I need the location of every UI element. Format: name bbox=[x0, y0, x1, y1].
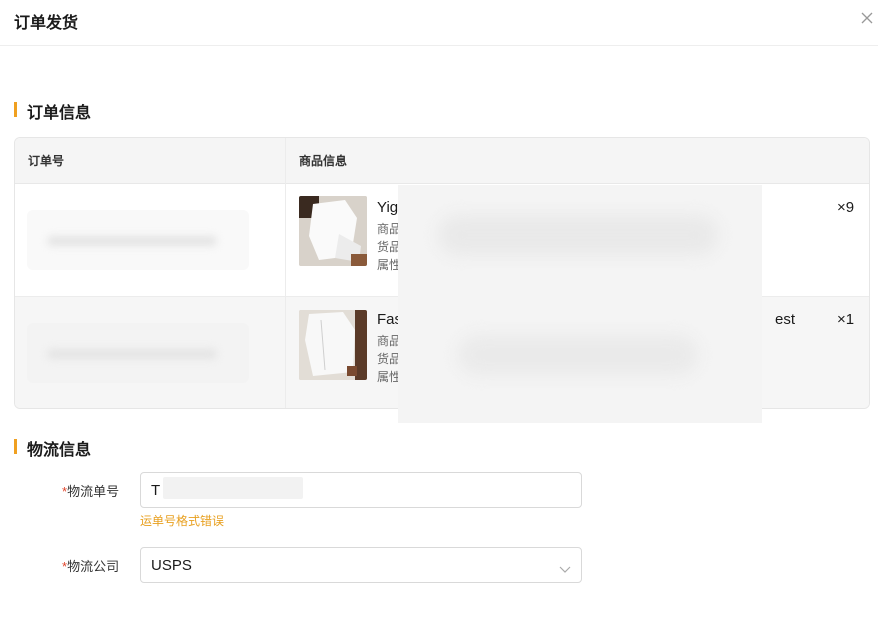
product-name: Yig bbox=[377, 199, 399, 216]
column-divider bbox=[285, 138, 286, 408]
product-thumbnail bbox=[299, 196, 367, 266]
order-number-redacted bbox=[27, 323, 249, 383]
tracking-number-label-text: 物流单号 bbox=[67, 484, 120, 499]
logistics-company-label-text: 物流公司 bbox=[67, 559, 120, 574]
tracking-number-label: *物流单号 bbox=[62, 481, 119, 500]
dialog-header: 订单发货 bbox=[0, 0, 878, 46]
logistics-company-value: USPS bbox=[151, 557, 192, 574]
section-title-order: 订单信息 bbox=[27, 105, 92, 122]
redacted-region bbox=[398, 185, 762, 423]
logistics-company-label: *物流公司 bbox=[62, 556, 119, 575]
column-header-product-info: 商品信息 bbox=[299, 154, 348, 168]
section-accent-bar bbox=[14, 102, 17, 117]
dialog-title: 订单发货 bbox=[14, 15, 79, 32]
tracking-number-error: 运单号格式错误 bbox=[140, 514, 225, 528]
chevron-down-icon bbox=[559, 561, 571, 573]
close-icon[interactable] bbox=[859, 10, 875, 26]
table-header: 订单号 商品信息 bbox=[15, 138, 869, 184]
product-name-suffix: est bbox=[775, 311, 796, 328]
product-thumbnail bbox=[299, 310, 367, 380]
product-quantity: ×1 bbox=[837, 311, 855, 328]
tracking-number-redacted bbox=[163, 477, 303, 499]
product-quantity: ×9 bbox=[837, 199, 855, 216]
section-title-logistics: 物流信息 bbox=[27, 442, 92, 459]
section-accent-bar bbox=[14, 439, 17, 454]
logistics-company-select[interactable]: USPS bbox=[140, 547, 582, 583]
order-number-redacted bbox=[27, 210, 249, 270]
column-header-order-no: 订单号 bbox=[28, 154, 65, 168]
